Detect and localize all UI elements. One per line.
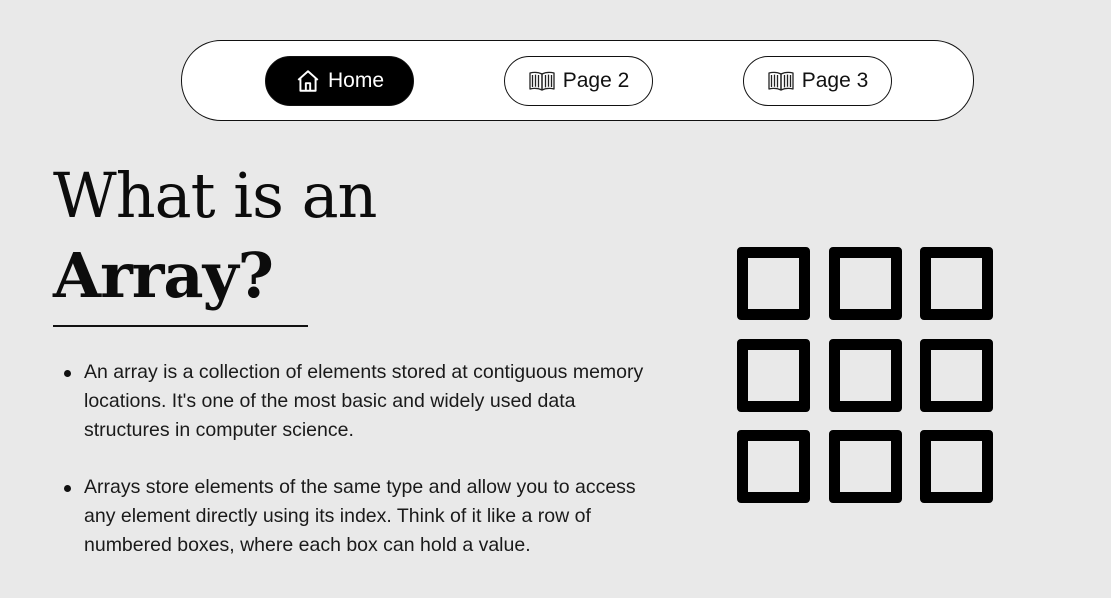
grid-cell [828,430,902,503]
nav-page-3-label: Page 3 [801,69,869,92]
list-item-text: Arrays store elements of the same type a… [84,476,636,556]
bullet-icon [64,370,71,377]
grid-cell [737,430,810,503]
list-item: An array is a collection of elements sto… [60,358,660,445]
book-icon [528,70,556,92]
grid-cell [737,247,810,320]
description-list: An array is a collection of elements sto… [60,358,660,588]
home-icon [295,68,321,94]
grid-cell [920,338,993,412]
page-title: What is an Array? [53,156,377,316]
list-item: Arrays store elements of the same type a… [60,473,660,560]
grid-cell [828,338,902,412]
page-title-line-1: What is an [53,159,377,232]
grid-cell [737,338,810,412]
nav-home-label: Home [327,69,385,92]
bullet-icon [64,485,71,492]
array-grid-icon [737,247,993,503]
grid-cell [920,430,993,503]
grid-cell [828,247,902,320]
nav-home-button[interactable]: Home [265,56,414,106]
top-navigation-bar: Home Page 2 Page 3 [181,40,974,121]
nav-page-2-label: Page 2 [562,69,630,92]
book-icon [767,70,795,92]
page-title-line-2: Array? [53,239,274,312]
grid-cell [920,247,993,320]
list-item-text: An array is a collection of elements sto… [84,361,644,441]
nav-page-2-button[interactable]: Page 2 [504,56,653,106]
nav-page-3-button[interactable]: Page 3 [743,56,892,106]
title-divider [53,325,308,327]
